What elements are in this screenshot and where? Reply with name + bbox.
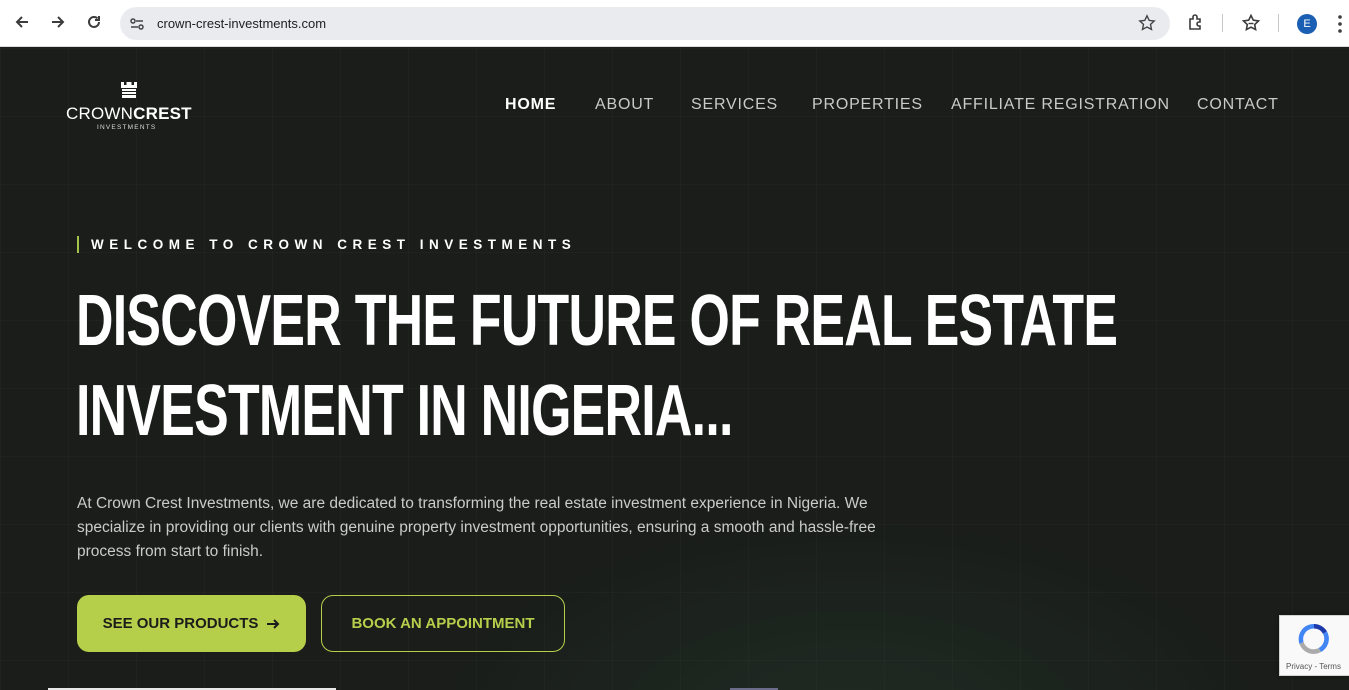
logo-subtitle: INVESTMENTS xyxy=(97,124,157,131)
bookmarks-icon[interactable] xyxy=(1241,13,1261,33)
back-arrow-icon xyxy=(15,16,28,28)
toolbar-divider xyxy=(1278,14,1279,32)
recaptcha-badge[interactable]: Privacy - Terms xyxy=(1279,615,1349,676)
back-button[interactable] xyxy=(10,10,34,34)
book-appointment-label: BOOK AN APPOINTMENT xyxy=(351,615,535,632)
logo-name-part1: CROWN xyxy=(66,104,134,123)
url-text: crown-crest-investments.com xyxy=(157,16,327,31)
site-logo[interactable]: CROWNCREST INVESTMENTS xyxy=(66,78,196,138)
bookmark-star-icon[interactable] xyxy=(1138,14,1156,32)
hero-eyebrow: WELCOME TO CROWN CREST INVESTMENTS xyxy=(77,236,576,253)
toolbar-divider xyxy=(1222,14,1223,32)
see-our-products-label: SEE OUR PRODUCTS xyxy=(102,615,259,632)
profile-avatar[interactable]: E xyxy=(1297,14,1317,34)
nav-item-affiliate-registration[interactable]: AFFILIATE REGISTRATION xyxy=(951,96,1170,114)
hero-headline-line-1: DISCOVER THE FUTURE OF REAL ESTATE xyxy=(76,281,1118,361)
hero-headline: DISCOVER THE FUTURE OF REAL ESTATE INVES… xyxy=(76,276,1118,456)
recaptcha-privacy-terms[interactable]: Privacy - Terms xyxy=(1286,662,1341,671)
hero-description: At Crown Crest Investments, we are dedic… xyxy=(77,495,876,560)
reload-icon xyxy=(88,15,100,28)
address-bar[interactable]: crown-crest-investments.com xyxy=(120,7,1170,40)
recaptcha-icon xyxy=(1298,623,1329,654)
forward-button[interactable] xyxy=(46,10,70,34)
browser-toolbar: crown-crest-investments.com E xyxy=(0,0,1349,47)
book-appointment-button[interactable]: BOOK AN APPOINTMENT xyxy=(321,595,565,652)
see-our-products-button[interactable]: SEE OUR PRODUCTS xyxy=(77,595,306,652)
reload-button[interactable] xyxy=(82,10,106,34)
crown-logo-icon xyxy=(121,82,137,98)
nav-item-properties[interactable]: PROPERTIES xyxy=(812,96,923,114)
site-settings-icon[interactable] xyxy=(128,15,146,33)
logo-name-part2: CREST xyxy=(133,104,192,123)
nav-item-services[interactable]: SERVICES xyxy=(691,96,778,114)
logo-wordmark: CROWNCREST xyxy=(66,104,192,124)
hero-section: CROWNCREST INVESTMENTS HOME ABOUT SERVIC… xyxy=(0,48,1349,690)
nav-item-home[interactable]: HOME xyxy=(505,96,556,114)
menu-kebab-icon[interactable] xyxy=(1337,14,1343,34)
arrow-right-icon xyxy=(267,618,280,629)
forward-arrow-icon xyxy=(52,16,65,28)
nav-item-about[interactable]: ABOUT xyxy=(595,96,654,114)
nav-item-contact[interactable]: CONTACT xyxy=(1197,96,1279,114)
extensions-puzzle-icon[interactable] xyxy=(1186,13,1206,33)
hero-headline-line-2: INVESTMENT IN NIGERIA... xyxy=(76,371,733,451)
